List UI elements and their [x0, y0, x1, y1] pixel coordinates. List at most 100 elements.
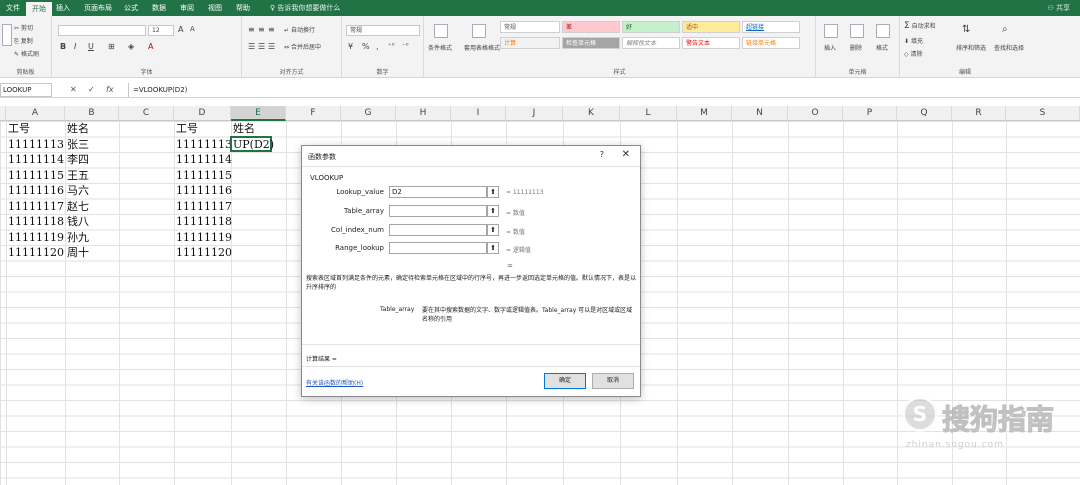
- cell-id-lookup[interactable]: 11111118: [176, 214, 232, 229]
- decrease-decimal-icon[interactable]: ⁻⁰: [402, 42, 409, 50]
- cell-id-lookup[interactable]: 11111120: [176, 245, 232, 260]
- style-neutral[interactable]: 适中: [682, 21, 740, 33]
- paste-icon[interactable]: [2, 24, 12, 46]
- tab-help[interactable]: 帮助: [230, 0, 256, 16]
- find-select-icon[interactable]: ⌕: [1002, 24, 1008, 35]
- fill-button[interactable]: ⬇ 填充: [904, 36, 923, 45]
- tell-me-search[interactable]: ♀ 告诉我你想要做什么: [270, 0, 340, 16]
- column-header[interactable]: S: [1006, 106, 1080, 121]
- collapse-dialog-icon[interactable]: ⬆: [487, 205, 499, 217]
- name-box[interactable]: LOOKUP: [0, 83, 52, 97]
- column-header[interactable]: E: [231, 106, 286, 121]
- cell-name[interactable]: 王五: [67, 168, 89, 183]
- cell-name[interactable]: 孙九: [67, 230, 89, 245]
- col-index-num-input[interactable]: [389, 224, 487, 236]
- conditional-format-button[interactable]: 条件格式: [428, 43, 452, 52]
- column-header[interactable]: G: [341, 106, 396, 121]
- cancel-button[interactable]: 取消: [592, 373, 634, 389]
- style-bad[interactable]: 差: [562, 21, 620, 33]
- active-cell[interactable]: UP(D2): [230, 136, 274, 152]
- cell-header-id[interactable]: 工号: [8, 121, 30, 136]
- style-warning[interactable]: 警告文本: [682, 37, 740, 49]
- merge-center-button[interactable]: ⇔ 合并后居中: [284, 42, 321, 51]
- number-format-select[interactable]: 常规: [346, 25, 420, 36]
- column-header[interactable]: Q: [897, 106, 952, 121]
- collapse-dialog-icon[interactable]: ⬆: [487, 224, 499, 236]
- font-shrink-icon[interactable]: A: [190, 25, 195, 33]
- align-center-icon[interactable]: ☰: [258, 42, 265, 51]
- cell-name[interactable]: 钱八: [67, 214, 89, 229]
- currency-icon[interactable]: ¥: [348, 42, 353, 51]
- column-header[interactable]: P: [843, 106, 897, 121]
- tab-formulas[interactable]: 公式: [118, 0, 144, 16]
- increase-decimal-icon[interactable]: ⁺⁰: [388, 42, 395, 50]
- column-header[interactable]: N: [732, 106, 788, 121]
- cell-header-name-lookup[interactable]: 姓名: [233, 121, 255, 136]
- column-header[interactable]: K: [563, 106, 620, 121]
- wrap-text-button[interactable]: ↵ 自动换行: [284, 25, 315, 34]
- font-size-select[interactable]: 12: [148, 25, 174, 36]
- cell-id[interactable]: 11111114: [8, 152, 64, 167]
- column-header[interactable]: D: [174, 106, 231, 121]
- cell-id[interactable]: 11111116: [8, 183, 64, 198]
- column-header[interactable]: C: [119, 106, 174, 121]
- copy-button[interactable]: ⎘ 复制: [14, 36, 33, 46]
- cell-id-lookup[interactable]: 11111113: [176, 137, 232, 152]
- cell-name[interactable]: 马六: [67, 183, 89, 198]
- column-header[interactable]: R: [952, 106, 1006, 121]
- italic-icon[interactable]: I: [74, 42, 76, 51]
- align-left-icon[interactable]: ☰: [248, 42, 255, 51]
- column-header[interactable]: H: [396, 106, 451, 121]
- lookup-value-input[interactable]: D2: [389, 186, 487, 198]
- cell-id-lookup[interactable]: 11111116: [176, 183, 232, 198]
- align-top-icon[interactable]: ≡: [248, 25, 255, 34]
- style-check-cell[interactable]: 检查单元格: [562, 37, 620, 49]
- tab-view[interactable]: 视图: [202, 0, 228, 16]
- close-icon[interactable]: ✕: [622, 149, 630, 160]
- cell-name[interactable]: 李四: [67, 152, 89, 167]
- font-name-select[interactable]: [58, 25, 146, 36]
- column-header[interactable]: A: [6, 106, 65, 121]
- percent-icon[interactable]: %: [362, 42, 370, 51]
- style-calculation[interactable]: 计算: [500, 37, 560, 49]
- clear-button[interactable]: ◇ 清除: [904, 49, 923, 58]
- style-linked-cell[interactable]: 链接单元格: [742, 37, 800, 49]
- cell-id[interactable]: 11111115: [8, 168, 64, 183]
- tab-insert[interactable]: 插入: [50, 0, 76, 16]
- column-header[interactable]: O: [788, 106, 843, 121]
- share-button[interactable]: ⚇ 共享: [1047, 0, 1070, 16]
- delete-cells-icon[interactable]: [850, 24, 864, 38]
- formula-input[interactable]: =VLOOKUP(D2): [128, 83, 1078, 97]
- align-middle-icon[interactable]: ≡: [258, 25, 265, 34]
- border-icon[interactable]: ⊞: [108, 42, 115, 51]
- tab-data[interactable]: 数据: [146, 0, 172, 16]
- cell-name[interactable]: 张三: [67, 137, 89, 152]
- find-select-button[interactable]: 查找和选择: [994, 43, 1024, 52]
- table-array-input[interactable]: [389, 205, 487, 217]
- insert-function-icon[interactable]: fx: [106, 83, 114, 97]
- column-header[interactable]: L: [620, 106, 677, 121]
- table-format-icon[interactable]: [472, 24, 486, 38]
- font-grow-icon[interactable]: A: [178, 25, 183, 34]
- tab-file[interactable]: 文件: [0, 0, 26, 16]
- table-format-button[interactable]: 套用表格格式: [464, 43, 500, 52]
- cell-id[interactable]: 11111119: [8, 230, 64, 245]
- cell-header-name[interactable]: 姓名: [67, 121, 89, 136]
- cell-header-id-lookup[interactable]: 工号: [176, 121, 198, 136]
- style-good[interactable]: 好: [622, 21, 680, 33]
- tab-review[interactable]: 审阅: [174, 0, 200, 16]
- function-help-link[interactable]: 有关该函数的帮助(H): [306, 378, 363, 387]
- cell-id-lookup[interactable]: 11111119: [176, 230, 232, 245]
- cell-name[interactable]: 周十: [67, 245, 89, 260]
- format-painter-button[interactable]: ✎ 格式刷: [14, 49, 39, 58]
- tab-page-layout[interactable]: 页面布局: [78, 0, 118, 16]
- cell-name[interactable]: 赵七: [67, 199, 89, 214]
- cell-id[interactable]: 11111120: [8, 245, 64, 260]
- format-cells-icon[interactable]: [876, 24, 890, 38]
- insert-cells-icon[interactable]: [824, 24, 838, 38]
- fill-color-icon[interactable]: ◈: [128, 42, 134, 51]
- align-bottom-icon[interactable]: ≡: [268, 25, 275, 34]
- font-color-icon[interactable]: A: [148, 42, 153, 51]
- sort-filter-button[interactable]: 排序和筛选: [956, 43, 986, 52]
- comma-icon[interactable]: ,: [376, 42, 379, 51]
